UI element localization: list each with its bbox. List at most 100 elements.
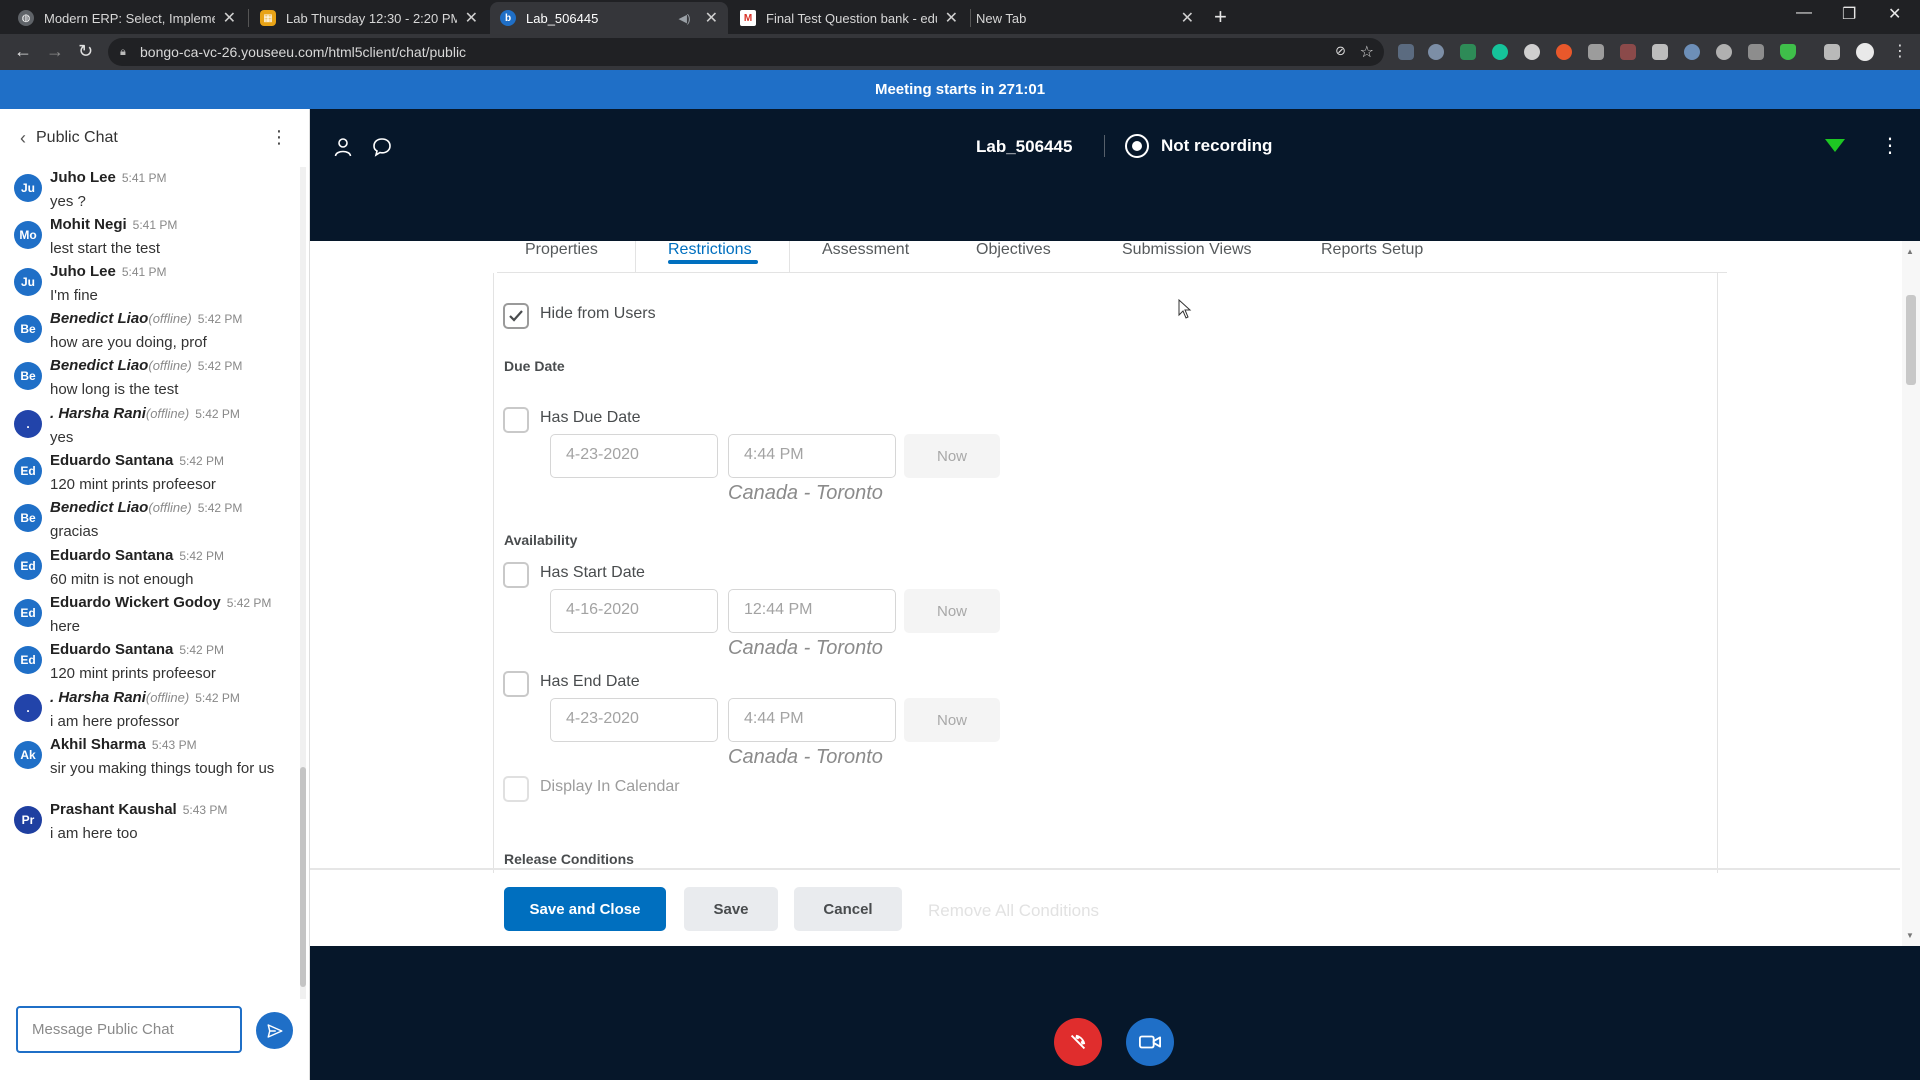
screenshare-view: Properties Restrictions Assessment Objec… xyxy=(310,241,1920,946)
meeting-options-icon[interactable]: ⋮ xyxy=(1880,133,1900,158)
media-controls-icon[interactable] xyxy=(1824,44,1840,60)
globe-icon: ◍ xyxy=(18,10,34,26)
end-time-input[interactable]: 4:44 PM xyxy=(728,698,896,742)
message-text: yes xyxy=(50,429,74,446)
reload-icon[interactable]: ↻ xyxy=(78,41,93,62)
extension-icon[interactable] xyxy=(1684,44,1700,60)
offline-label: (offline) xyxy=(148,311,192,326)
screenshare-scrollbar[interactable]: ▲ ▼ xyxy=(1902,241,1920,946)
browser-tab-gmail[interactable]: M Final Test Question bank - eduar ✕ xyxy=(730,2,968,34)
has-end-date-checkbox[interactable] xyxy=(503,671,529,697)
tab-objectives[interactable]: Objectives xyxy=(976,241,1051,259)
hide-from-users-checkbox[interactable] xyxy=(503,303,529,329)
start-date-input[interactable]: 4-16-2020 xyxy=(550,589,718,633)
start-time-input[interactable]: 12:44 PM xyxy=(728,589,896,633)
chat-options-icon[interactable]: ⋮ xyxy=(270,127,288,148)
tab-properties[interactable]: Properties xyxy=(525,241,598,259)
has-due-date-checkbox[interactable] xyxy=(503,407,529,433)
tab-title: Modern ERP: Select, Implement, ... xyxy=(44,10,215,26)
address-bar[interactable]: 🔒︎ bongo-ca-vc-26.youseeu.com/html5clien… xyxy=(108,38,1384,66)
close-tab-icon[interactable]: ✕ xyxy=(705,8,718,28)
close-tab-icon[interactable]: ✕ xyxy=(945,8,958,28)
close-tab-icon[interactable]: ✕ xyxy=(1181,8,1194,28)
extension-icon[interactable] xyxy=(1748,44,1764,60)
meeting-title: Lab_506445 xyxy=(976,137,1073,156)
extension-icon[interactable] xyxy=(1460,44,1476,60)
browser-tab-lab-506445[interactable]: b Lab_506445 ◀) ✕ xyxy=(490,2,728,34)
remove-all-conditions-link[interactable]: Remove All Conditions xyxy=(928,901,1099,921)
bongo-logo-icon: b xyxy=(500,10,516,26)
leave-audio-button[interactable] xyxy=(1054,1018,1102,1066)
end-date-input[interactable]: 4-23-2020 xyxy=(550,698,718,742)
close-tab-icon[interactable]: ✕ xyxy=(223,8,236,28)
due-time-input[interactable]: 4:44 PM xyxy=(728,434,896,478)
mouse-cursor-icon xyxy=(1178,299,1192,319)
cancel-button[interactable]: Cancel xyxy=(794,887,902,931)
chat-bubble-icon[interactable] xyxy=(372,137,392,157)
tab-submission-views[interactable]: Submission Views xyxy=(1122,241,1252,259)
extension-icon[interactable] xyxy=(1588,44,1604,60)
recording-status-label: Not recording xyxy=(1161,136,1273,155)
message-time: 5:42 PM xyxy=(179,643,225,657)
extension-icon[interactable] xyxy=(1652,44,1668,60)
bookmark-star-icon[interactable]: ☆ xyxy=(1360,42,1374,62)
forward-arrow-icon[interactable]: → xyxy=(46,41,64,62)
display-in-calendar-checkbox[interactable] xyxy=(503,776,529,802)
extension-icon[interactable] xyxy=(1620,44,1636,60)
display-in-calendar-label: Display In Calendar xyxy=(540,778,680,795)
tab-title: Lab_506445 xyxy=(526,10,599,26)
public-chat-panel: ‹ Public Chat ⋮ Ju Juho Lee 5:41 PM yes ? Mo… xyxy=(0,109,310,1080)
chat-scrollbar[interactable] xyxy=(300,167,306,999)
recording-status[interactable]: Not recording xyxy=(1104,134,1272,158)
message-time: 5:41 PM xyxy=(121,265,167,279)
extension-icon[interactable] xyxy=(1556,44,1572,60)
new-tab-plus-icon[interactable]: + xyxy=(1214,4,1227,30)
due-date-input[interactable]: 4-23-2020 xyxy=(550,434,718,478)
url-text[interactable]: bongo-ca-vc-26.youseeu.com/html5client/c… xyxy=(140,44,466,60)
chevron-left-icon[interactable]: ‹ xyxy=(20,128,26,149)
chat-title[interactable]: Public Chat xyxy=(36,129,118,147)
minimize-window-icon[interactable]: — xyxy=(1796,4,1812,22)
end-now-button[interactable]: Now xyxy=(904,698,1000,742)
chat-message-list[interactable]: Ju Juho Lee 5:41 PM yes ? Mo Mohit Negi 5:41 P… xyxy=(0,167,296,999)
tab-restrictions[interactable]: Restrictions xyxy=(668,241,752,259)
tab-assessment[interactable]: Assessment xyxy=(822,241,909,259)
browser-menu-icon[interactable]: ⋮ xyxy=(1892,41,1908,61)
grammarly-icon[interactable] xyxy=(1492,44,1508,60)
send-message-button[interactable] xyxy=(256,1012,293,1049)
message-time: 5:42 PM xyxy=(197,501,243,515)
profile-avatar[interactable] xyxy=(1856,43,1874,61)
share-webcam-button[interactable] xyxy=(1126,1018,1174,1066)
blocked-popup-icon[interactable]: ⊘ xyxy=(1335,43,1346,59)
message-input[interactable] xyxy=(18,1008,240,1051)
audio-playing-icon[interactable]: ◀) xyxy=(678,12,690,25)
message-input-box[interactable] xyxy=(16,1006,242,1053)
checkmark-icon xyxy=(509,310,523,322)
due-now-button[interactable]: Now xyxy=(904,434,1000,478)
avatar: Ak xyxy=(14,741,42,769)
connection-status-icon[interactable] xyxy=(1824,135,1846,153)
shield-icon[interactable] xyxy=(1780,44,1796,60)
extension-icon[interactable] xyxy=(1428,44,1444,60)
extension-icon[interactable] xyxy=(1716,44,1732,60)
extension-icon[interactable] xyxy=(1398,44,1414,60)
close-window-icon[interactable]: ✕ xyxy=(1888,4,1901,24)
has-due-date-label: Has Due Date xyxy=(540,409,641,426)
message-time: 5:41 PM xyxy=(121,171,167,185)
save-button[interactable]: Save xyxy=(684,887,778,931)
browser-toolbar: ← → ↻ 🔒︎ bongo-ca-vc-26.youseeu.com/html… xyxy=(0,34,1920,70)
extension-icon[interactable] xyxy=(1524,44,1540,60)
avatar: Ed xyxy=(14,646,42,674)
restore-window-icon[interactable]: ❐ xyxy=(1842,4,1856,24)
save-and-close-button[interactable]: Save and Close xyxy=(504,887,666,931)
close-tab-icon[interactable]: ✕ xyxy=(465,8,478,28)
start-now-button[interactable]: Now xyxy=(904,589,1000,633)
tab-reports-setup[interactable]: Reports Setup xyxy=(1321,241,1423,259)
browser-tab-erp[interactable]: ◍ Modern ERP: Select, Implement, ... ✕ xyxy=(8,2,246,34)
has-start-date-checkbox[interactable] xyxy=(503,562,529,588)
back-arrow-icon[interactable]: ← xyxy=(14,41,32,62)
end-timezone-label: Canada - Toronto xyxy=(728,746,883,768)
browser-tab-new-tab[interactable]: New Tab ✕ xyxy=(966,2,1204,34)
user-icon[interactable] xyxy=(334,137,352,157)
browser-tab-lab-thursday[interactable]: ▦ Lab Thursday 12:30 - 2:20 PM - 2 ✕ xyxy=(250,2,488,34)
